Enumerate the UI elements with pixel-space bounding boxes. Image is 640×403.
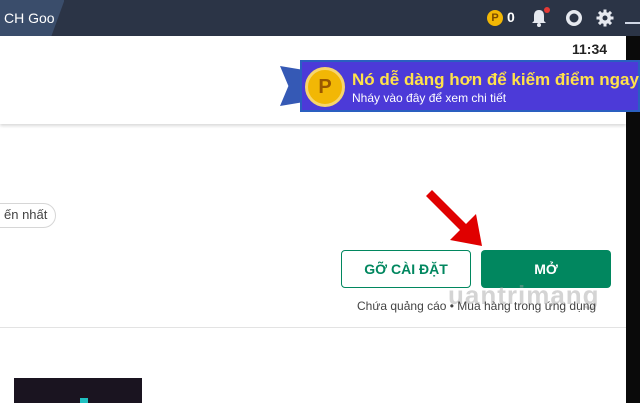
coin-count: 0 (507, 9, 515, 25)
minimize-icon[interactable] (625, 22, 640, 24)
red-arrow-icon (426, 190, 482, 246)
thumbnail-accent (80, 398, 88, 403)
app-info-line: Chứa quảng cáo • Mua hàng trong ứng dụng (357, 299, 597, 313)
gear-icon[interactable] (596, 9, 614, 27)
profile-icon[interactable] (565, 9, 583, 27)
category-chip-label: ến nhất (4, 207, 48, 222)
banner-title: Nó dễ dàng hơn để kiếm điểm ngay b (352, 70, 640, 89)
banner-subtitle: Nháy vào đây để xem chi tiết (352, 91, 507, 105)
section-divider (0, 327, 626, 328)
notification-dot (544, 7, 550, 13)
app-tab-label: CH Goo (4, 10, 55, 26)
coin-icon[interactable]: P (487, 10, 503, 26)
screenshot-thumbnail[interactable] (14, 378, 142, 403)
status-time: 11:34 (572, 41, 608, 57)
points-coin-icon: P (305, 67, 345, 107)
